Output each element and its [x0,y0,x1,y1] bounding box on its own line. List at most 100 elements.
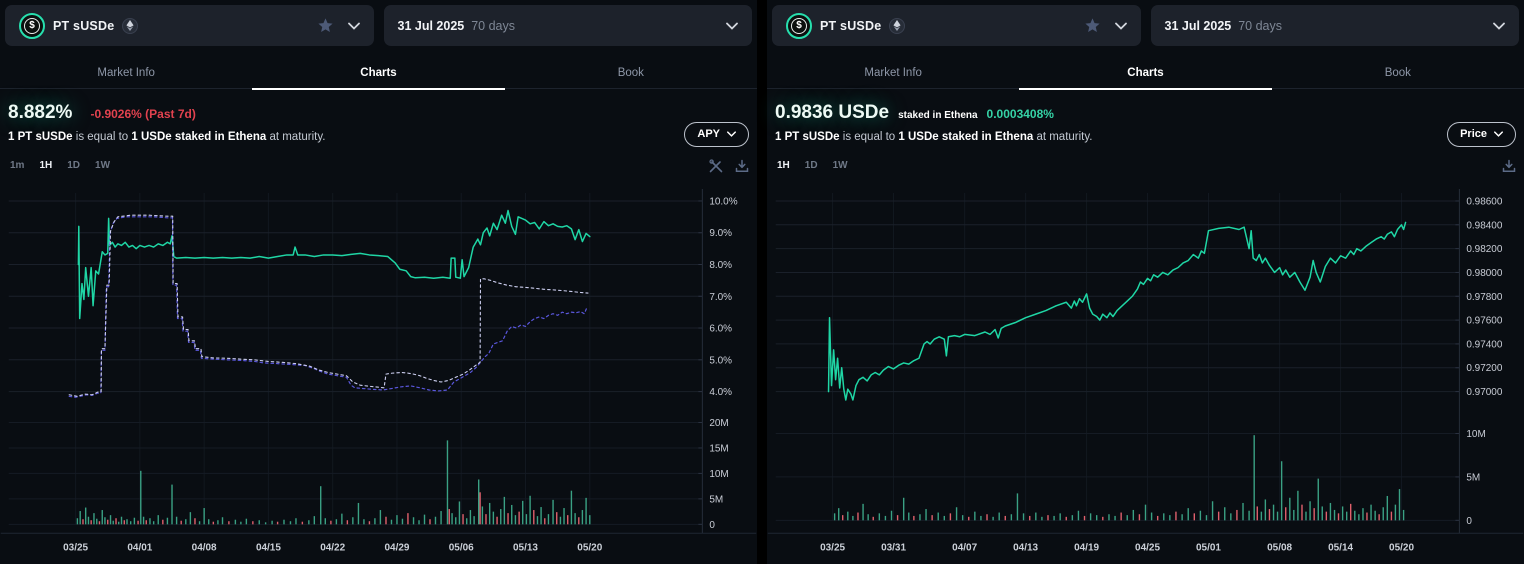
token-icon: $ [19,13,45,39]
svg-text:03/25: 03/25 [63,542,88,553]
svg-text:4.0%: 4.0% [709,387,732,398]
svg-text:04/08: 04/08 [192,542,217,553]
svg-text:04/15: 04/15 [256,542,281,553]
price-value: 0.9836 USDe [775,102,889,124]
tab-book[interactable]: Book [505,46,757,90]
value-badge: staked in Ethena [898,110,977,121]
svg-text:05/20: 05/20 [577,542,602,553]
svg-text:05/20: 05/20 [1389,542,1414,553]
svg-text:5M: 5M [709,494,723,505]
svg-text:0.98200: 0.98200 [1466,244,1502,255]
tab-market-info[interactable]: Market Info [767,46,1019,90]
range-buttons: 1H 1D 1W [777,160,848,171]
range-1d[interactable]: 1D [805,160,818,171]
svg-text:0.97600: 0.97600 [1466,315,1502,326]
svg-text:05/14: 05/14 [1328,542,1353,553]
range-1w[interactable]: 1W [95,160,110,171]
svg-text:04/25: 04/25 [1135,542,1160,553]
ethereum-icon [122,18,138,34]
stats-block: 8.882% -0.9026% (Past 7d) 1 PT sUSDe is … [0,89,757,153]
range-1h[interactable]: 1H [39,160,52,171]
market-panel-left: $ PT sUSDe 31 Jul 2025 70 days [0,0,757,564]
tab-charts[interactable]: Charts [1019,46,1271,90]
market-panel-right: $ PT sUSDe 31 Jul 2025 70 days [767,0,1524,564]
svg-text:05/08: 05/08 [1267,542,1292,553]
tab-bar: Market Info Charts Book [0,46,757,89]
svg-text:05/01: 05/01 [1196,542,1221,553]
svg-text:04/29: 04/29 [384,542,409,553]
svg-text:04/19: 04/19 [1074,542,1099,553]
svg-text:03/25: 03/25 [820,542,845,553]
svg-text:5M: 5M [1466,472,1480,483]
apy-change: -0.9026% (Past 7d) [90,107,195,121]
metric-dropdown-price[interactable]: Price [1447,122,1516,147]
svg-text:0.97000: 0.97000 [1466,387,1502,398]
favorite-star-icon[interactable] [1084,17,1101,34]
tab-market-info[interactable]: Market Info [0,46,252,90]
svg-text:0.97200: 0.97200 [1466,363,1502,374]
svg-text:8.0%: 8.0% [709,260,732,271]
chart-toolbar: 1H 1D 1W [767,153,1524,179]
svg-text:7.0%: 7.0% [709,292,732,303]
chevron-down-icon [727,131,736,137]
svg-text:0.97800: 0.97800 [1466,292,1502,303]
svg-text:04/22: 04/22 [320,542,345,553]
maturity-description: 1 PT sUSDe is equal to 1 USDe staked in … [775,131,1516,143]
maturity-description: 1 PT sUSDe is equal to 1 USDe staked in … [8,131,749,143]
chevron-down-icon[interactable] [348,22,360,30]
panel-header: $ PT sUSDe 31 Jul 2025 70 days [772,5,1519,46]
svg-text:0.98400: 0.98400 [1466,220,1502,231]
svg-text:0: 0 [1466,516,1472,527]
range-buttons: 1m 1H 1D 1W [10,160,110,171]
range-1w[interactable]: 1W [833,160,848,171]
tab-bar: Market Info Charts Book [767,46,1524,89]
metric-dropdown-apy[interactable]: APY [684,122,749,147]
dual-market-view: $ PT sUSDe 31 Jul 2025 70 days [0,0,1524,564]
download-icon[interactable] [735,159,749,173]
chevron-down-icon[interactable] [1115,22,1127,30]
svg-text:0.98000: 0.98000 [1466,268,1502,279]
maturity-days: 70 days [471,19,515,33]
price-change: 0.0003408% [987,107,1054,121]
maturity-days: 70 days [1238,19,1282,33]
ethereum-icon [889,18,905,34]
svg-text:04/07: 04/07 [952,542,977,553]
token-selector[interactable]: $ PT sUSDe [772,5,1141,46]
svg-text:15M: 15M [709,443,728,454]
chevron-down-icon [1494,131,1503,137]
stats-block: 0.9836 USDe staked in Ethena 0.0003408% … [767,89,1524,153]
price-chart[interactable]: 0.986000.984000.982000.980000.978000.976… [767,179,1524,564]
range-1m[interactable]: 1m [10,160,24,171]
chevron-down-icon [726,22,738,30]
svg-text:10M: 10M [709,469,728,480]
range-1h[interactable]: 1H [777,160,790,171]
panel-header: $ PT sUSDe 31 Jul 2025 70 days [5,5,752,46]
range-1d[interactable]: 1D [67,160,80,171]
chart-toolbar: 1m 1H 1D 1W [0,153,757,179]
token-name: PT sUSDe [820,19,881,33]
svg-text:10M: 10M [1466,429,1485,440]
apy-value: 8.882% [8,102,72,124]
svg-text:04/13: 04/13 [1013,542,1038,553]
svg-text:9.0%: 9.0% [709,228,732,239]
svg-text:5.0%: 5.0% [709,355,732,366]
maturity-selector[interactable]: 31 Jul 2025 70 days [384,5,753,46]
maturity-date: 31 Jul 2025 [398,19,465,33]
token-name: PT sUSDe [53,19,114,33]
svg-text:20M: 20M [709,418,728,429]
maturity-selector[interactable]: 31 Jul 2025 70 days [1151,5,1520,46]
svg-text:10.0%: 10.0% [709,196,737,207]
download-icon[interactable] [1502,159,1516,173]
chart-tools-icon[interactable] [709,159,723,173]
token-selector[interactable]: $ PT sUSDe [5,5,374,46]
tab-book[interactable]: Book [1272,46,1524,90]
token-icon: $ [786,13,812,39]
chevron-down-icon [1493,22,1505,30]
tab-charts[interactable]: Charts [252,46,504,90]
svg-text:03/31: 03/31 [881,542,906,553]
apy-chart[interactable]: 10.0% 9.0% 8.0% 7.0% 6.0% 5.0% 4.0% 20M 15M 10M 5M… [0,179,757,564]
svg-text:6.0%: 6.0% [709,323,732,334]
svg-text:05/06: 05/06 [449,542,474,553]
favorite-star-icon[interactable] [317,17,334,34]
maturity-date: 31 Jul 2025 [1165,19,1232,33]
